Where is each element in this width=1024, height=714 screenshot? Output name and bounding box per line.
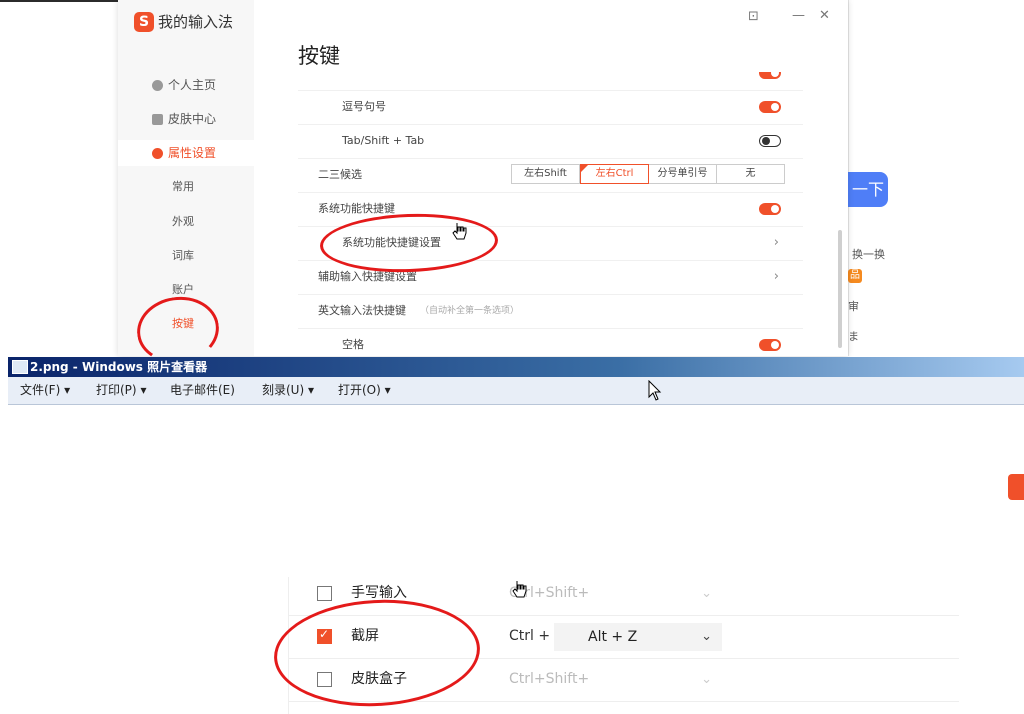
sidebar-item-skins[interactable]: 皮肤中心	[118, 106, 254, 132]
sidebar-item-label: 皮肤中心	[168, 112, 217, 126]
user-icon	[152, 80, 163, 91]
menu-file[interactable]: 文件(F) ▾	[20, 377, 70, 404]
row-label: 英文输入法快捷键	[318, 304, 406, 317]
menu-label: 刻录(U)	[262, 383, 305, 397]
row-hint: （自动补全第一条选项）	[420, 306, 520, 316]
scrollbar[interactable]	[838, 230, 842, 348]
menu-bar: 文件(F) ▾ 打印(P) ▾ 电子邮件(E) 刻录(U) ▾ 打开(O) ▾	[8, 377, 1024, 405]
image-icon	[12, 360, 28, 374]
sidebar-item-properties[interactable]: 属性设置	[118, 140, 254, 166]
minimize-button[interactable]: —	[792, 8, 805, 23]
hotkey-select: ⌄	[554, 580, 722, 608]
row-label: 二三候选	[318, 168, 362, 181]
chevron-right-icon: ›	[773, 235, 779, 250]
background-text: 审	[848, 300, 859, 313]
background-blue-button[interactable]: 一下	[848, 172, 888, 207]
chevron-down-icon: ▾	[307, 383, 315, 397]
title-bar: 2.png - Windows 照片查看器	[8, 357, 1024, 377]
candidate-segmented-control: 左右Shift 左右Ctrl 分号单引号 无	[511, 164, 785, 184]
candidate-option[interactable]: 左右Shift	[512, 165, 580, 183]
toggle-switch[interactable]	[759, 135, 781, 147]
app-title: 我的输入法	[158, 13, 234, 31]
window-title: 2.png - Windows 照片查看器	[30, 360, 208, 374]
menu-print[interactable]: 打印(P) ▾	[96, 377, 146, 404]
chevron-down-icon: ▾	[384, 383, 391, 397]
sogou-logo-icon: S	[134, 12, 154, 32]
arrow-cursor-icon	[648, 380, 662, 401]
settings-panel: 逗号句号 Tab/Shift + Tab 二三候选 系统功能快捷键 系统功能快捷…	[298, 72, 803, 356]
row-label: 逗号句号	[342, 100, 386, 113]
settings-row-space: 空格	[298, 328, 803, 356]
hotkey-select: ⌄	[554, 666, 722, 694]
background-badge: 品	[848, 269, 862, 283]
candidate-option[interactable]: 分号单引号	[649, 165, 717, 183]
gear-icon	[152, 148, 163, 159]
sidebar-item-profile[interactable]: 个人主页	[118, 72, 254, 98]
background-text-swap: 换一换	[852, 248, 885, 261]
page-title: 按键	[298, 44, 340, 68]
menu-burn[interactable]: 刻录(U) ▾	[262, 377, 314, 404]
photo-viewer-window: 2.png - Windows 照片查看器 文件(F) ▾ 打印(P) ▾ 电子…	[8, 357, 1024, 714]
shirt-icon	[152, 114, 163, 125]
settings-row-partial	[298, 72, 803, 91]
sidebar-item-label: 个人主页	[168, 78, 217, 92]
settings-row-tab: Tab/Shift + Tab	[298, 124, 803, 159]
close-button[interactable]: ✕	[819, 8, 830, 23]
settings-row-comma-period: 逗号句号	[298, 90, 803, 125]
sidebar-item-label: 属性设置	[168, 146, 217, 160]
candidate-option-selected[interactable]: 左右Ctrl	[580, 164, 649, 184]
sidebar-sub-dictionary[interactable]: 词库	[118, 243, 254, 269]
sidebar-sub-common[interactable]: 常用	[118, 174, 254, 200]
checkbox	[317, 586, 332, 601]
toggle-switch[interactable]	[759, 203, 781, 215]
toggle-switch[interactable]	[759, 72, 781, 79]
hotkey-value: Alt + Z	[588, 629, 638, 645]
candidate-option[interactable]: 无	[717, 165, 784, 183]
menu-label: 打印(P)	[96, 383, 137, 397]
toggle-switch[interactable]	[759, 101, 781, 113]
menu-label: 打开(O)	[338, 383, 381, 397]
settings-window: S 我的输入法 个人主页 皮肤中心 属性设置 常用 外观 词库 账户 按键 ⊡ …	[118, 0, 848, 356]
chevron-right-icon: ›	[773, 269, 779, 284]
menu-open[interactable]: 打开(O) ▾	[338, 377, 391, 404]
menu-email[interactable]: 电子邮件(E)	[170, 377, 235, 404]
hand-cursor-icon	[512, 581, 527, 598]
row-label: Tab/Shift + Tab	[342, 134, 425, 147]
settings-row-english-hotkeys: 英文输入法快捷键 （自动补全第一条选项）	[298, 294, 803, 329]
hotkey-select: Alt + Z ⌄	[554, 623, 722, 651]
toggle-switch[interactable]	[759, 339, 781, 351]
feedback-icon[interactable]: ⊡	[748, 9, 759, 24]
hotkey-prefix: Ctrl +	[509, 628, 551, 644]
chevron-down-icon: ⌄	[701, 629, 712, 644]
chevron-down-icon: ⌄	[701, 672, 712, 687]
chevron-down-icon: ▾	[64, 383, 71, 397]
menu-label: 文件(F)	[20, 383, 61, 397]
background-text: ま	[848, 330, 859, 343]
row-label: 空格	[342, 338, 364, 351]
sidebar-sub-appearance[interactable]: 外观	[118, 209, 254, 235]
chevron-down-icon: ⌄	[701, 586, 712, 601]
sogou-logo-icon	[1008, 474, 1024, 500]
chevron-down-icon: ▾	[140, 383, 147, 397]
